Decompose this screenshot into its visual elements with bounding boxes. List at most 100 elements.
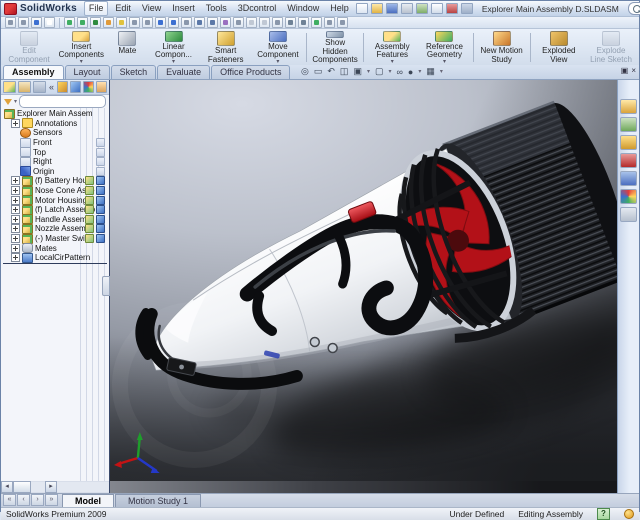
tree-item-localcirpattern[interactable]: LocalCirPattern <box>1 253 109 263</box>
dropdown-icon[interactable]: ▾ <box>440 69 443 75</box>
file-explorer-icon[interactable] <box>620 135 637 150</box>
move-component-button[interactable]: Move Component ▾ <box>252 30 304 65</box>
toolbar-icon[interactable] <box>220 17 231 28</box>
zoom-fit-icon[interactable]: ◎ <box>301 66 309 77</box>
zoom-area-icon[interactable]: ▭ <box>314 66 323 77</box>
tab-office-products[interactable]: Office Products <box>211 65 290 79</box>
toolbar-icon[interactable] <box>272 17 283 28</box>
save-icon[interactable] <box>386 3 398 14</box>
view-palette-icon[interactable] <box>620 171 637 186</box>
insert-components-button[interactable]: Insert Components ▾ <box>55 30 107 65</box>
sea-scooter-model[interactable] <box>110 80 617 481</box>
tree-item-root[interactable]: Explorer Main Assem <box>1 109 109 119</box>
tree-item-annotations[interactable]: Annotations <box>1 119 109 129</box>
solidworks-resources-icon[interactable] <box>620 99 637 114</box>
smart-fasteners-button[interactable]: Smart Fasteners <box>200 30 252 65</box>
tree-item-handle-assembly[interactable]: Handle Assembl <box>1 215 109 225</box>
linear-component-pattern-button[interactable]: Linear Compon... ▾ <box>147 30 199 65</box>
tree-item-master-switch[interactable]: (-) Master Switc <box>1 234 109 244</box>
expand-icon[interactable] <box>11 253 20 262</box>
toolbar-icon[interactable] <box>31 17 42 28</box>
select-arrow-icon[interactable] <box>44 17 55 28</box>
toolbar-icon[interactable] <box>207 17 218 28</box>
toolbar-icon[interactable] <box>194 17 205 28</box>
filter-input[interactable] <box>19 95 106 108</box>
mate-button[interactable]: Mate <box>107 30 147 65</box>
document-close-button[interactable]: × <box>631 66 636 75</box>
select-icon[interactable] <box>431 3 443 14</box>
options-icon[interactable] <box>461 3 473 14</box>
dropdown-icon[interactable]: ▾ <box>14 99 17 105</box>
section-view-icon[interactable]: ◫ <box>340 66 349 77</box>
appearances-scenes-icon[interactable] <box>620 189 637 204</box>
toolbar-icon[interactable] <box>181 17 192 28</box>
display-pane-icon-4[interactable] <box>96 81 107 93</box>
menu-file[interactable]: File <box>84 1 109 16</box>
toolbar-icon[interactable] <box>311 17 322 28</box>
scroll-right-icon[interactable]: ▸ <box>45 481 57 493</box>
open-icon[interactable] <box>371 3 383 14</box>
menu-view[interactable]: View <box>138 2 165 15</box>
toolbar-icon[interactable] <box>5 17 16 28</box>
show-hidden-components-button[interactable]: Show Hidden Components <box>309 30 361 65</box>
tree-item-top-plane[interactable]: Top <box>1 147 109 157</box>
toolbar-icon[interactable] <box>324 17 335 28</box>
configurationmanager-tab-icon[interactable] <box>33 81 46 93</box>
toolbar-icon[interactable] <box>64 17 75 28</box>
toolbar-icon[interactable] <box>155 17 166 28</box>
tab-evaluate[interactable]: Evaluate <box>157 65 210 79</box>
toolbar-icon[interactable] <box>168 17 179 28</box>
print-icon[interactable] <box>401 3 413 14</box>
display-pane-icon-1[interactable] <box>57 81 68 93</box>
tree-item-battery-housing[interactable]: (f) Battery Hous <box>1 176 109 186</box>
toolbar-icon[interactable] <box>285 17 296 28</box>
previous-view-icon[interactable]: ↶ <box>327 66 335 77</box>
menu-window[interactable]: Window <box>283 2 323 15</box>
tab-assembly[interactable]: Assembly <box>3 65 64 79</box>
explode-line-sketch-button[interactable]: Explode Line Sketch <box>585 30 637 65</box>
tree-item-latch-assembly[interactable]: (f) Latch Assemb <box>1 205 109 215</box>
new-document-icon[interactable] <box>356 3 368 14</box>
tree-item-right-plane[interactable]: Right <box>1 157 109 167</box>
expand-icon[interactable] <box>11 234 20 243</box>
display-pane-icon-3[interactable] <box>83 81 94 93</box>
document-restore-button[interactable]: ▣ <box>621 66 629 75</box>
dropdown-icon[interactable]: ▾ <box>367 69 370 75</box>
custom-properties-icon[interactable] <box>620 207 637 222</box>
panel-horizontal-scrollbar[interactable]: ◂ ▸ <box>1 481 110 493</box>
tab-scroll-last-icon[interactable]: » <box>45 494 58 506</box>
collapse-pane-icon[interactable]: « <box>49 82 54 92</box>
view-orientation-icon[interactable]: ▣ <box>353 66 362 77</box>
expand-icon[interactable] <box>11 244 20 253</box>
quick-tips-icon[interactable]: ? <box>597 508 610 520</box>
tree-item-sensors[interactable]: Sensors <box>1 128 109 138</box>
toolbar-icon[interactable] <box>233 17 244 28</box>
tree-item-origin[interactable]: Origin <box>1 167 109 177</box>
hide-show-items-icon[interactable]: ∞ <box>397 67 403 77</box>
tab-scroll-next-icon[interactable]: › <box>31 494 44 506</box>
rollback-bar[interactable] <box>3 263 107 264</box>
display-pane-icon-2[interactable] <box>70 81 81 93</box>
filter-funnel-icon[interactable] <box>4 99 12 105</box>
expand-icon[interactable] <box>11 119 20 128</box>
toggle-icon[interactable] <box>446 3 458 14</box>
tree-item-front-plane[interactable]: Front <box>1 138 109 148</box>
tab-scroll-prev-icon[interactable]: ‹ <box>17 494 30 506</box>
tree-item-motor-housing[interactable]: Motor Housing A <box>1 195 109 205</box>
toolbar-icon[interactable] <box>116 17 127 28</box>
toolbar-icon[interactable] <box>298 17 309 28</box>
search-box[interactable]: ▾ <box>628 2 640 15</box>
new-motion-study-button[interactable]: New Motion Study <box>476 30 528 65</box>
menu-3dcontrol[interactable]: 3Dcontrol <box>234 2 281 15</box>
menu-help[interactable]: Help <box>326 2 353 15</box>
toolbar-icon[interactable] <box>337 17 348 28</box>
menu-tools[interactable]: Tools <box>202 2 231 15</box>
featuremanager-tab-icon[interactable] <box>3 81 16 93</box>
expand-icon[interactable] <box>11 205 20 214</box>
graphics-viewport[interactable] <box>110 80 617 481</box>
dropdown-icon[interactable]: ▾ <box>418 69 421 75</box>
dropdown-icon[interactable]: ▾ <box>388 69 391 75</box>
toolbar-icon[interactable] <box>90 17 101 28</box>
expand-icon[interactable] <box>11 224 20 233</box>
scroll-thumb[interactable] <box>13 481 31 493</box>
